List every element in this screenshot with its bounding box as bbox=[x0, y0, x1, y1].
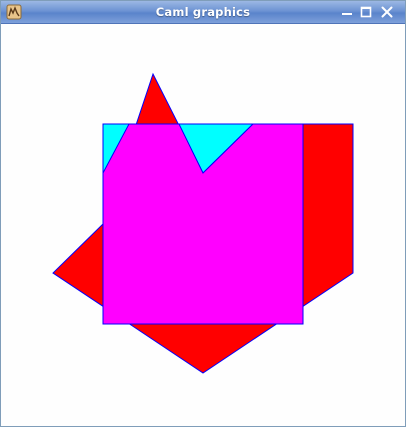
caml-graphics-window: Caml graphics bbox=[0, 0, 406, 427]
drawing-svg bbox=[52, 72, 354, 374]
close-icon[interactable] bbox=[379, 4, 395, 20]
graphics-canvas[interactable] bbox=[2, 24, 404, 426]
maximize-icon[interactable] bbox=[358, 4, 374, 20]
title-bar[interactable]: Caml graphics bbox=[1, 1, 405, 24]
minimize-icon[interactable] bbox=[339, 4, 355, 20]
